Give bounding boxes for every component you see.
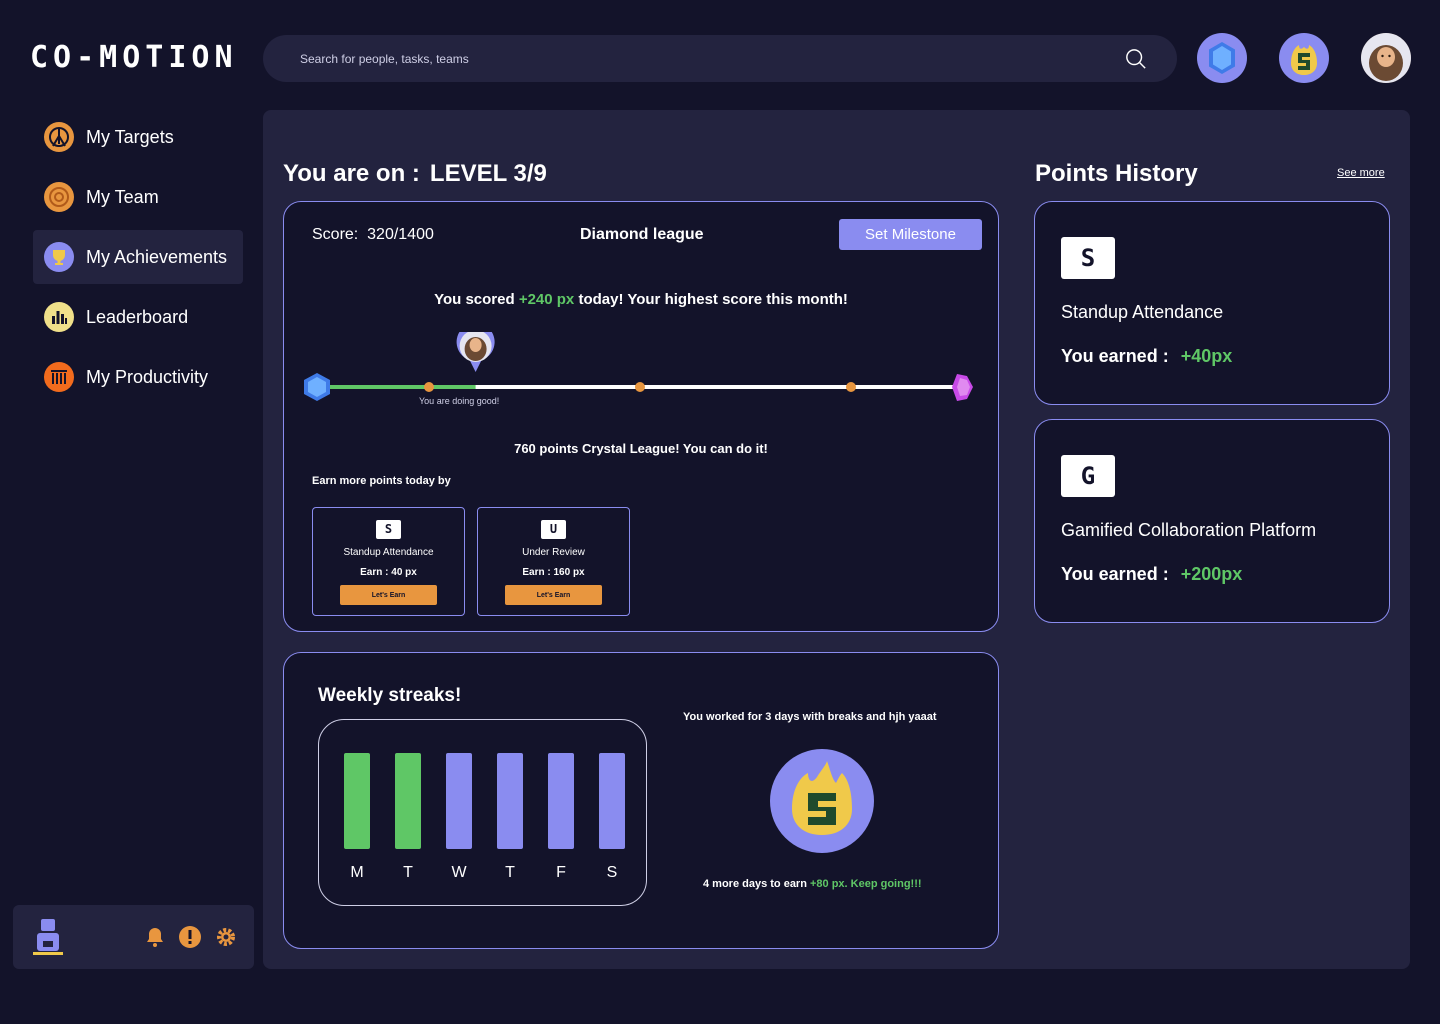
- score-text: Score: 320/1400: [312, 226, 434, 244]
- crystal-gem-icon: [952, 374, 973, 401]
- target-icon: [44, 122, 74, 152]
- score-value: 320/1400: [367, 226, 434, 243]
- history-earned-label: You earned :: [1061, 346, 1169, 366]
- history-earned: You earned : +200px: [1061, 564, 1242, 585]
- league-progress-track: [304, 332, 973, 401]
- history-earned: You earned : +40px: [1061, 346, 1232, 367]
- history-tile-icon: G: [1061, 455, 1115, 497]
- team-icon: [44, 182, 74, 212]
- more-days-highlight: +80 px. Keep going!!!: [810, 878, 922, 890]
- streak-day-label: M: [350, 864, 363, 881]
- progress-checkpoint: [635, 382, 645, 392]
- progress-checkpoint: [846, 382, 856, 392]
- bell-icon[interactable]: [143, 925, 167, 949]
- leaderboard-icon: [44, 302, 74, 332]
- history-item-name: Gamified Collaboration Platform: [1061, 520, 1317, 540]
- scored-message: You scored +240 px today! Your highest s…: [284, 291, 998, 308]
- crystal-league-message: 760 points Crystal League! You can do it…: [514, 441, 768, 456]
- points-history-item: G Gamified Collaboration Platform You ea…: [1034, 419, 1390, 623]
- alert-icon[interactable]: [178, 925, 202, 949]
- task-tile-icon: S: [376, 520, 401, 539]
- sidebar-item-label: My Achievements: [86, 246, 228, 267]
- score-label: Score:: [312, 226, 359, 243]
- app-logo: CO-MOTION: [30, 40, 238, 75]
- league-name: Diamond league: [580, 226, 704, 243]
- flame-badge-icon: [770, 749, 874, 853]
- main-panel: You are on : LEVEL 3/9 Score: 320/1400 Di…: [263, 110, 1410, 969]
- user-position-marker: [456, 332, 495, 372]
- task-card-under-review: U Under Review Earn : 160 px Let's Earn: [477, 507, 630, 616]
- streak-day-label: W: [451, 864, 467, 881]
- streak-bars-box: MTWTFS: [318, 719, 647, 906]
- set-milestone-button[interactable]: Set Milestone: [839, 219, 982, 250]
- level-prefix: You are on :: [283, 160, 420, 187]
- streaks-title: Weekly streaks!: [318, 685, 462, 706]
- history-earned-value: +200px: [1180, 564, 1243, 584]
- sidebar-item-label: My Team: [86, 186, 159, 207]
- gem-icon[interactable]: [1197, 33, 1247, 83]
- sidebar-item-label: My Targets: [86, 126, 174, 147]
- level-value: LEVEL 3/9: [429, 160, 547, 187]
- level-card: Score: 320/1400 Diamond league Set Miles…: [283, 201, 999, 632]
- history-earned-label: You earned :: [1061, 564, 1169, 584]
- task-earn: Earn : 40 px: [360, 567, 417, 578]
- trophy-icon: [44, 242, 74, 272]
- streak-day-label: T: [505, 864, 515, 881]
- search-bar[interactable]: [263, 35, 1177, 82]
- bottom-toolbar: [13, 905, 254, 969]
- flame-badge-icon[interactable]: [1279, 33, 1329, 83]
- points-history-item: S Standup Attendance You earned : +40px: [1034, 201, 1390, 405]
- streak-bars: MTWTFS: [344, 753, 625, 881]
- search-input[interactable]: [300, 51, 1125, 66]
- see-more-link[interactable]: See more: [1337, 167, 1385, 179]
- sidebar-item-my-productivity[interactable]: My Productivity: [33, 350, 243, 404]
- points-history-title: Points History: [1035, 160, 1198, 187]
- task-name: Standup Attendance: [343, 547, 434, 558]
- lets-earn-button[interactable]: Let's Earn: [505, 585, 602, 605]
- scored-points: +240 px: [518, 291, 575, 308]
- more-days-message: 4 more days to earn +80 px. Keep going!!…: [703, 878, 922, 890]
- search-icon[interactable]: [1125, 48, 1147, 70]
- worked-message: You worked for 3 days with breaks and hj…: [683, 711, 937, 723]
- productivity-icon: [44, 362, 74, 392]
- user-avatar[interactable]: [1361, 33, 1411, 83]
- task-tile-icon: U: [541, 520, 566, 539]
- streak-bar-5: [599, 753, 625, 849]
- task-name: Under Review: [522, 547, 585, 558]
- gear-icon[interactable]: [214, 925, 238, 949]
- sidebar-item-my-team[interactable]: My Team: [33, 170, 243, 224]
- streak-bar-2: [446, 753, 472, 849]
- level-title: You are on : LEVEL 3/9: [283, 160, 547, 188]
- sidebar-item-label: My Productivity: [86, 366, 209, 387]
- user-profile-icon[interactable]: [31, 917, 65, 957]
- streak-day-label: S: [607, 864, 618, 881]
- streak-day-label: F: [556, 864, 566, 881]
- diamond-gem-icon: [304, 373, 330, 401]
- scored-prefix: You scored: [434, 291, 519, 308]
- task-card-standup: S Standup Attendance Earn : 40 px Let's …: [312, 507, 465, 616]
- earn-more-title: Earn more points today by: [312, 475, 451, 487]
- sidebar-item-leaderboard[interactable]: Leaderboard: [33, 290, 243, 344]
- streak-day-label: T: [403, 864, 413, 881]
- scored-suffix: today! Your highest score this month!: [574, 291, 848, 308]
- history-item-name: Standup Attendance: [1061, 302, 1224, 322]
- streak-bar-1: [395, 753, 421, 849]
- progress-checkpoint: [424, 382, 434, 392]
- sidebar-item-label: Leaderboard: [86, 306, 189, 327]
- streak-bar-0: [344, 753, 370, 849]
- lets-earn-button[interactable]: Let's Earn: [340, 585, 437, 605]
- progress-caption: You are doing good!: [419, 396, 500, 406]
- streak-bar-4: [548, 753, 574, 849]
- history-earned-value: +40px: [1180, 346, 1233, 366]
- weekly-streaks-card: Weekly streaks! M T W T F S You worked for 3 …: [283, 652, 999, 949]
- sidebar: My Targets My Team My Achievements Leade…: [33, 110, 243, 410]
- streak-bar-3: [497, 753, 523, 849]
- more-days-prefix: 4 more days to earn: [703, 878, 810, 890]
- sidebar-item-my-targets[interactable]: My Targets: [33, 110, 243, 164]
- sidebar-item-my-achievements[interactable]: My Achievements: [33, 230, 243, 284]
- history-tile-icon: S: [1061, 237, 1115, 279]
- task-earn: Earn : 160 px: [522, 567, 585, 578]
